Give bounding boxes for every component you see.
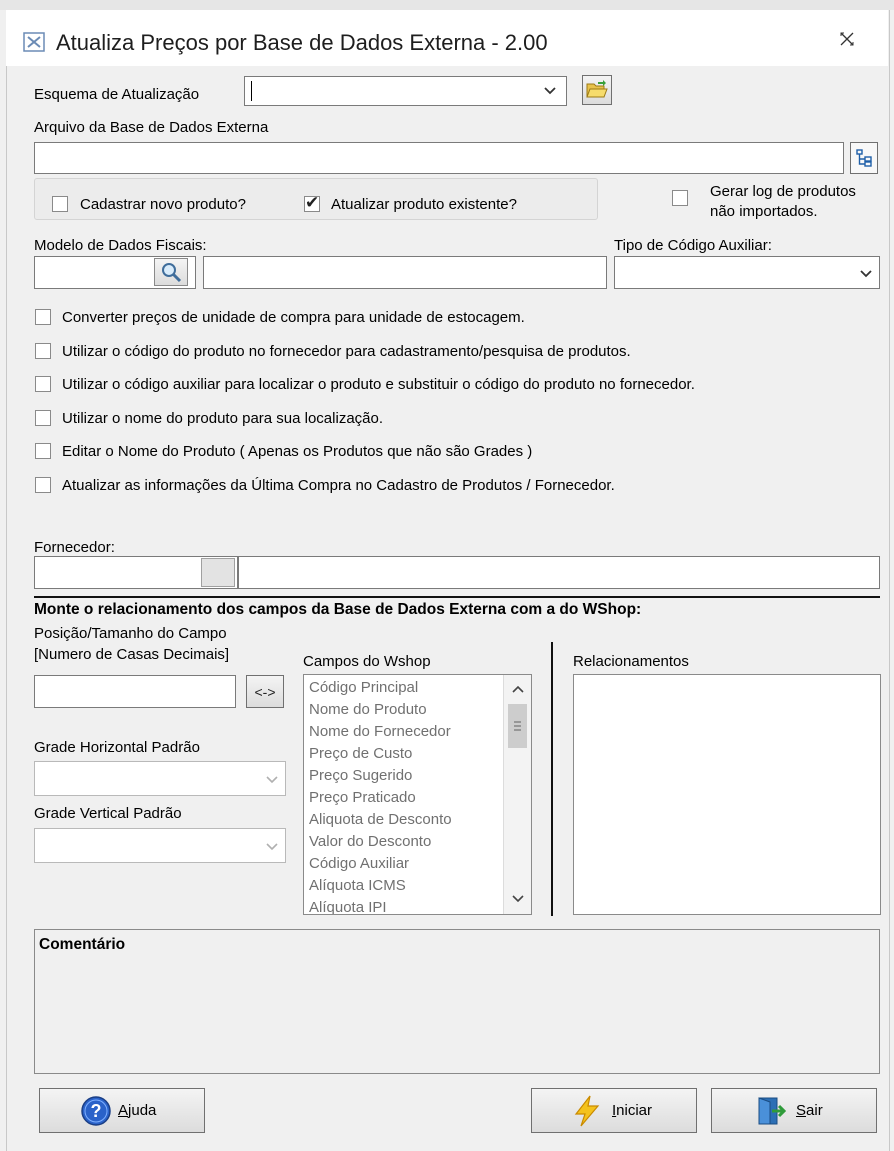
mapping-heading: Monte o relacionamento dos campos da Bas… [34, 601, 642, 618]
list-item[interactable]: Preço Sugerido [304, 765, 504, 787]
text-caret [251, 81, 252, 101]
esquema-label: Esquema de Atualização [34, 86, 200, 103]
fornecedor-name-input[interactable] [238, 556, 880, 589]
comentario-panel: Comentário [34, 929, 880, 1074]
sair-rest: air [806, 1102, 823, 1119]
gerar-log-line1: Gerar log de produtos [710, 183, 856, 200]
chevron-down-icon[interactable] [511, 891, 525, 909]
svg-text:?: ? [91, 1101, 102, 1121]
list-item[interactable]: Aliquota de Desconto [304, 809, 504, 831]
sair-accel: S [796, 1102, 807, 1119]
tipo-codigo-select[interactable] [614, 256, 880, 289]
check-converter-label: Converter preços de unidade de compra pa… [62, 309, 525, 326]
scroll-thumb[interactable] [508, 704, 527, 748]
campos-list[interactable]: Código Principal Nome do Produto Nome do… [303, 674, 532, 915]
grade-v-label: Grade Vertical Padrão [34, 805, 182, 822]
check-converter[interactable] [35, 309, 51, 325]
magnifier-icon [162, 263, 182, 283]
fornecedor-code-input[interactable] [34, 556, 238, 589]
grade-h-label: Grade Horizontal Padrão [34, 739, 200, 756]
grade-h-select[interactable] [34, 761, 286, 796]
exit-door-icon [758, 1096, 786, 1124]
gerar-log-label: Gerar log de produtos não importados. [710, 182, 856, 222]
relacionamentos-label: Relacionamentos [573, 653, 689, 670]
cadastrar-checkbox[interactable] [52, 196, 68, 212]
atualizar-checkbox[interactable] [304, 193, 320, 213]
chevron-down-icon [265, 772, 279, 790]
relacionamentos-list[interactable] [573, 674, 881, 915]
modelo-search-button[interactable] [154, 258, 188, 286]
section-divider [34, 596, 880, 598]
close-icon[interactable] [836, 28, 858, 50]
list-item[interactable]: Alíquota IPI [304, 897, 504, 914]
chevron-down-icon [859, 266, 873, 284]
pos-label-line1: Posição/Tamanho do Campo [34, 625, 227, 642]
modelo-code-input[interactable] [34, 256, 196, 289]
folder-open-icon [586, 80, 608, 98]
iniciar-rest: niciar [616, 1102, 653, 1119]
gerar-log-line2: não importados. [710, 203, 818, 220]
ajuda-label: Ajuda [118, 1102, 156, 1119]
list-item[interactable]: Valor do Desconto [304, 831, 504, 853]
gerar-log-checkbox[interactable] [672, 190, 688, 206]
pos-label-line2: [Numero de Casas Decimais] [34, 646, 230, 663]
arquivo-label: Arquivo da Base de Dados Externa [34, 119, 269, 136]
list-item[interactable]: Preço Praticado [304, 787, 504, 809]
ajuda-button[interactable]: ? Ajuda [39, 1088, 205, 1133]
open-schema-button[interactable] [582, 75, 612, 105]
list-item[interactable]: Nome do Produto [304, 699, 504, 721]
fornecedor-search-button[interactable] [201, 558, 235, 587]
campos-scrollbar[interactable] [503, 675, 531, 914]
ajuda-accel: A [118, 1102, 129, 1119]
check-nome-produto-label: Utilizar o nome do produto para sua loca… [62, 410, 384, 427]
iniciar-label: Iniciar [612, 1102, 652, 1119]
check-editar-nome-label: Editar o Nome do Produto ( Apenas os Pro… [62, 443, 533, 460]
check-editar-nome[interactable] [35, 443, 51, 459]
chevron-up-icon[interactable] [511, 683, 525, 701]
list-item[interactable]: Código Principal [304, 677, 504, 699]
lightning-bolt-icon [574, 1095, 600, 1126]
pos-tamanho-input[interactable] [34, 675, 236, 708]
cadastrar-label: Cadastrar novo produto? [80, 196, 246, 213]
check-nome-produto[interactable] [35, 410, 51, 426]
check-ultima-compra-label: Atualizar as informações da Última Compr… [62, 477, 615, 494]
grade-v-select[interactable] [34, 828, 286, 863]
chevron-down-icon [543, 83, 557, 100]
iniciar-button[interactable]: Iniciar [531, 1088, 697, 1133]
sair-button[interactable]: Sair [711, 1088, 877, 1133]
esquema-select[interactable] [244, 76, 567, 106]
help-icon: ? [81, 1095, 111, 1126]
atualizar-label: Atualizar produto existente? [331, 196, 517, 213]
arquivo-input[interactable] [34, 142, 844, 174]
campos-label: Campos do Wshop [303, 653, 431, 670]
background-strip [0, 0, 894, 10]
sair-label: Sair [796, 1102, 823, 1119]
check-codigo-auxiliar-label: Utilizar o código auxiliar para localiza… [62, 376, 695, 393]
ajuda-rest: juda [128, 1102, 157, 1119]
vertical-divider [551, 642, 553, 916]
list-item[interactable]: Código Auxiliar [304, 853, 504, 875]
fornecedor-label: Fornecedor: [34, 539, 115, 556]
modelo-name-input[interactable] [203, 256, 607, 289]
list-item[interactable]: Alíquota ICMS [304, 875, 504, 897]
check-codigo-auxiliar[interactable] [35, 376, 51, 392]
chevron-down-icon [265, 839, 279, 857]
check-codigo-fornecedor[interactable] [35, 343, 51, 359]
list-item[interactable]: Nome do Fornecedor [304, 721, 504, 743]
tree-browse-icon [856, 149, 872, 167]
link-fields-button[interactable]: <-> [246, 675, 284, 708]
modelo-label: Modelo de Dados Fiscais: [34, 237, 207, 254]
app-icon [22, 30, 46, 54]
window-title: Atualiza Preços por Base de Dados Extern… [56, 30, 548, 55]
list-item[interactable]: Preço de Custo [304, 743, 504, 765]
browse-file-button[interactable] [850, 142, 878, 174]
check-codigo-fornecedor-label: Utilizar o código do produto no forneced… [62, 343, 631, 360]
check-ultima-compra[interactable] [35, 477, 51, 493]
tipo-codigo-label: Tipo de Código Auxiliar: [614, 237, 772, 254]
comentario-title: Comentário [39, 936, 126, 953]
